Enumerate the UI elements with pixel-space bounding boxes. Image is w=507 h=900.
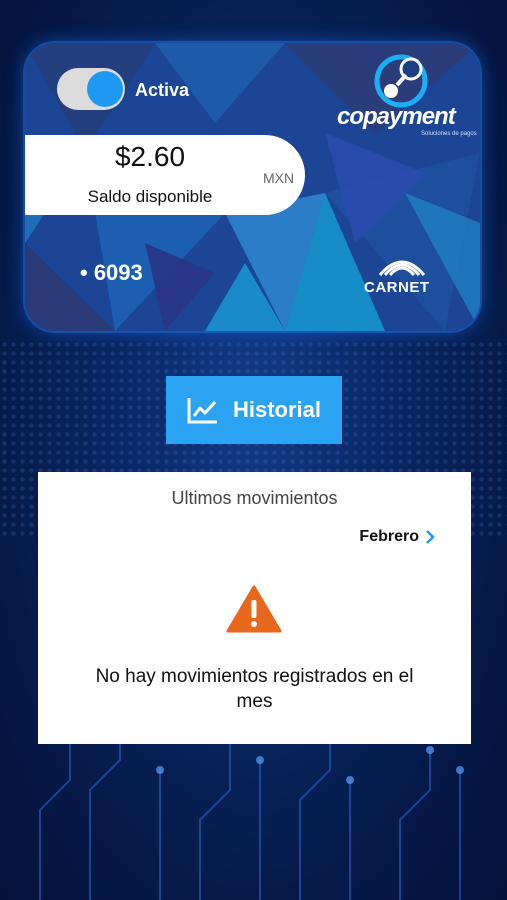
balance-panel: $2.60 MXN Saldo disponible: [25, 135, 305, 215]
card-number: • 6093: [80, 260, 143, 285]
warning-icon: [226, 585, 282, 633]
history-button[interactable]: Historial: [166, 376, 342, 444]
copayment-logo-icon: [374, 54, 428, 108]
month-selector[interactable]: Febrero: [359, 528, 435, 546]
balance-label: Saldo disponible: [87, 187, 213, 206]
month-label: Febrero: [359, 528, 419, 545]
card-status-toggle[interactable]: [57, 68, 125, 110]
empty-movements-message: No hay movimientos registrados en el mes: [95, 666, 414, 712]
history-button-label: Historial: [232, 397, 322, 422]
movements-title: Ultimos movimientos: [171, 488, 338, 508]
balance-amount: $2.60: [114, 141, 186, 172]
carnet-logo-icon: [378, 260, 426, 277]
toggle-knob: [87, 71, 123, 107]
currency-label: MXN: [263, 170, 295, 186]
card-network-label: CARNET: [364, 279, 430, 296]
chevron-right-icon: [426, 530, 435, 544]
brand-tagline: Soluciones de pagos: [421, 131, 477, 137]
payment-card: Activa copayment Soluciones de pagos $2.…: [25, 43, 480, 331]
brand-name: copayment: [337, 103, 456, 130]
background-circuit-pattern: [39, 730, 464, 900]
movements-panel: Ultimos movimientos Febrero No hay movim…: [38, 472, 471, 744]
chart-line-icon: [187, 398, 217, 424]
card-status-label: Activa: [135, 80, 190, 100]
